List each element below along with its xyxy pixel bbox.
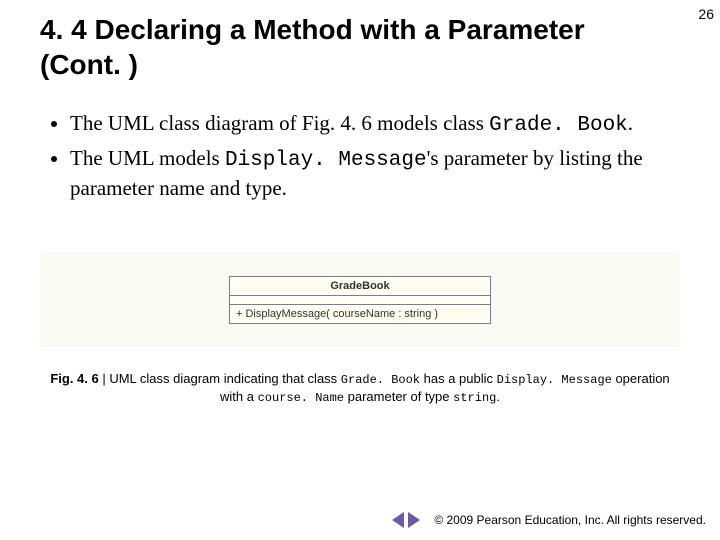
bullet-1-code: Grade. Book	[489, 114, 628, 137]
bullet-1-post: .	[628, 111, 633, 135]
uml-operation: + DisplayMessage( courseName : string )	[230, 305, 490, 323]
caption-t2: has a public	[420, 371, 497, 386]
caption-t5: .	[496, 389, 500, 404]
prev-slide-icon[interactable]	[392, 512, 404, 528]
caption-t1: UML class diagram indicating that class	[109, 371, 340, 386]
uml-figure: GradeBook + DisplayMessage( courseName :…	[40, 252, 680, 347]
uml-class-box: GradeBook + DisplayMessage( courseName :…	[229, 276, 491, 324]
next-slide-icon[interactable]	[408, 512, 420, 528]
page-number: 26	[698, 6, 714, 22]
caption-label: Fig. 4. 6	[50, 371, 98, 386]
bullet-2-pre: The UML models	[70, 146, 225, 170]
bullet-2-code: Display. Message	[225, 149, 427, 172]
uml-attributes-compartment	[230, 296, 490, 305]
caption-sep: |	[99, 371, 110, 386]
bullet-1-pre: The UML class diagram of Fig. 4. 6 model…	[70, 111, 489, 135]
caption-c2: Display. Message	[497, 373, 612, 387]
caption-t4: parameter of type	[344, 389, 453, 404]
uml-class-name: GradeBook	[230, 277, 490, 296]
figure-caption: Fig. 4. 6 | UML class diagram indicating…	[40, 370, 680, 406]
caption-c4: string	[453, 391, 496, 405]
copyright-text: © 2009 Pearson Education, Inc. All right…	[434, 513, 706, 527]
caption-c1: Grade. Book	[341, 373, 420, 387]
bullet-2: The UML models Display. Message's parame…	[70, 145, 660, 202]
slide-body: The UML class diagram of Fig. 4. 6 model…	[50, 110, 660, 208]
bullet-1: The UML class diagram of Fig. 4. 6 model…	[70, 110, 660, 139]
slide: 26 4. 4 Declaring a Method with a Parame…	[0, 0, 720, 540]
caption-c3: course. Name	[258, 391, 344, 405]
footer: © 2009 Pearson Education, Inc. All right…	[392, 512, 706, 528]
slide-title: 4. 4 Declaring a Method with a Parameter…	[40, 12, 630, 82]
nav-arrows	[392, 512, 420, 528]
